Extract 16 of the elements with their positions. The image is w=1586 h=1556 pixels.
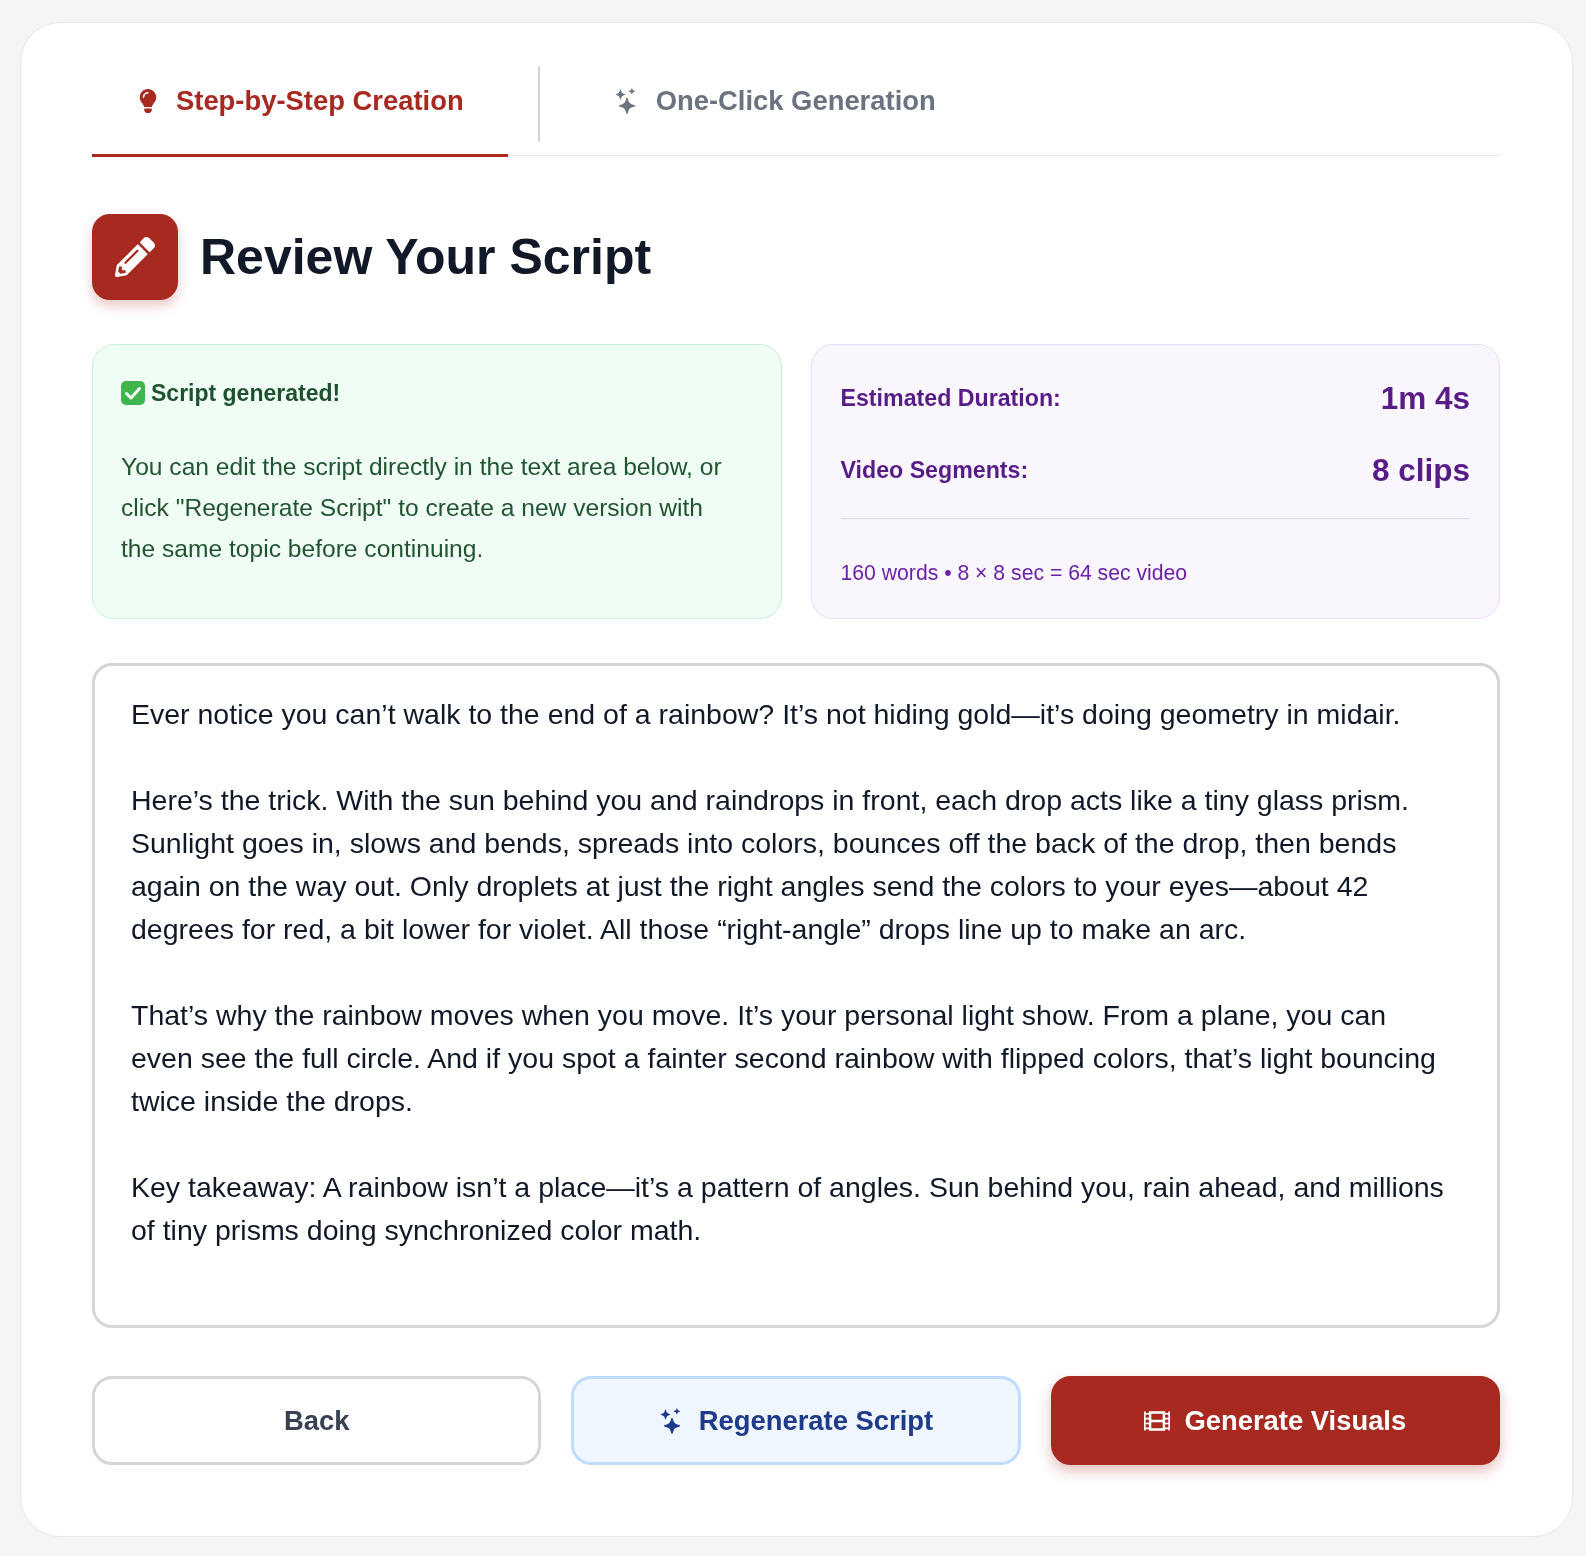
tab[interactable]: One-Click Generation [569,66,980,157]
notice-text: You can edit the script directly in the text area below, or click "Regenerate Script" to create a new version with the same topic before continuing. [121,452,723,564]
pencil-icon [92,214,178,300]
stat-value: 8 clips [1371,451,1470,489]
stat-value: 1m 4s [1380,379,1470,417]
page-title: Review Your Script [200,228,652,287]
generate-visuals-button[interactable]: Generate Visuals [1050,1376,1500,1465]
notice-title: Script generated! [151,379,341,407]
stat-label: Video Segments: [840,456,1029,484]
tab[interactable]: Step-by-Step Creation [92,66,508,157]
back-button[interactable]: Back [92,1376,542,1465]
script-text-area[interactable]: Ever notice you can’t walk to the end of a rainbow? It’s not hiding gold—it’s doing geometry in midair. Here’s the trick. With the sun behind you and raindrops in front, each drop acts like a tiny glass prism. Sunlight goes in, slows and bends, spreads into colors, bounces off the back of the drop, then bends again on the way out. Only droplets at just the right angles send the colors to your eyes—about 42 degrees for red, a bit lower for violet. All those “right-angle” drops line up to make an arc. That’s why the rainbow moves when you move. It’s your personal light show. From a plane, you can even see the full circle. And if you spot a fainter second rainbow with flipped colors, that’s light bouncing twice inside the drops. Key takeaway: A rainbow isn’t a place—it’s a pattern of angles. Sun behind you, rain ahead, and millions of tiny prisms doing synchronized color math. [92,663,1500,1328]
summary-text: 160 words • 8 × 8 sec = 64 sec video [840,561,1189,585]
check-icon [121,381,145,405]
stat-label: Estimated Duration: [840,384,1061,412]
regenerate-button[interactable]: Regenerate Script [571,1376,1021,1465]
